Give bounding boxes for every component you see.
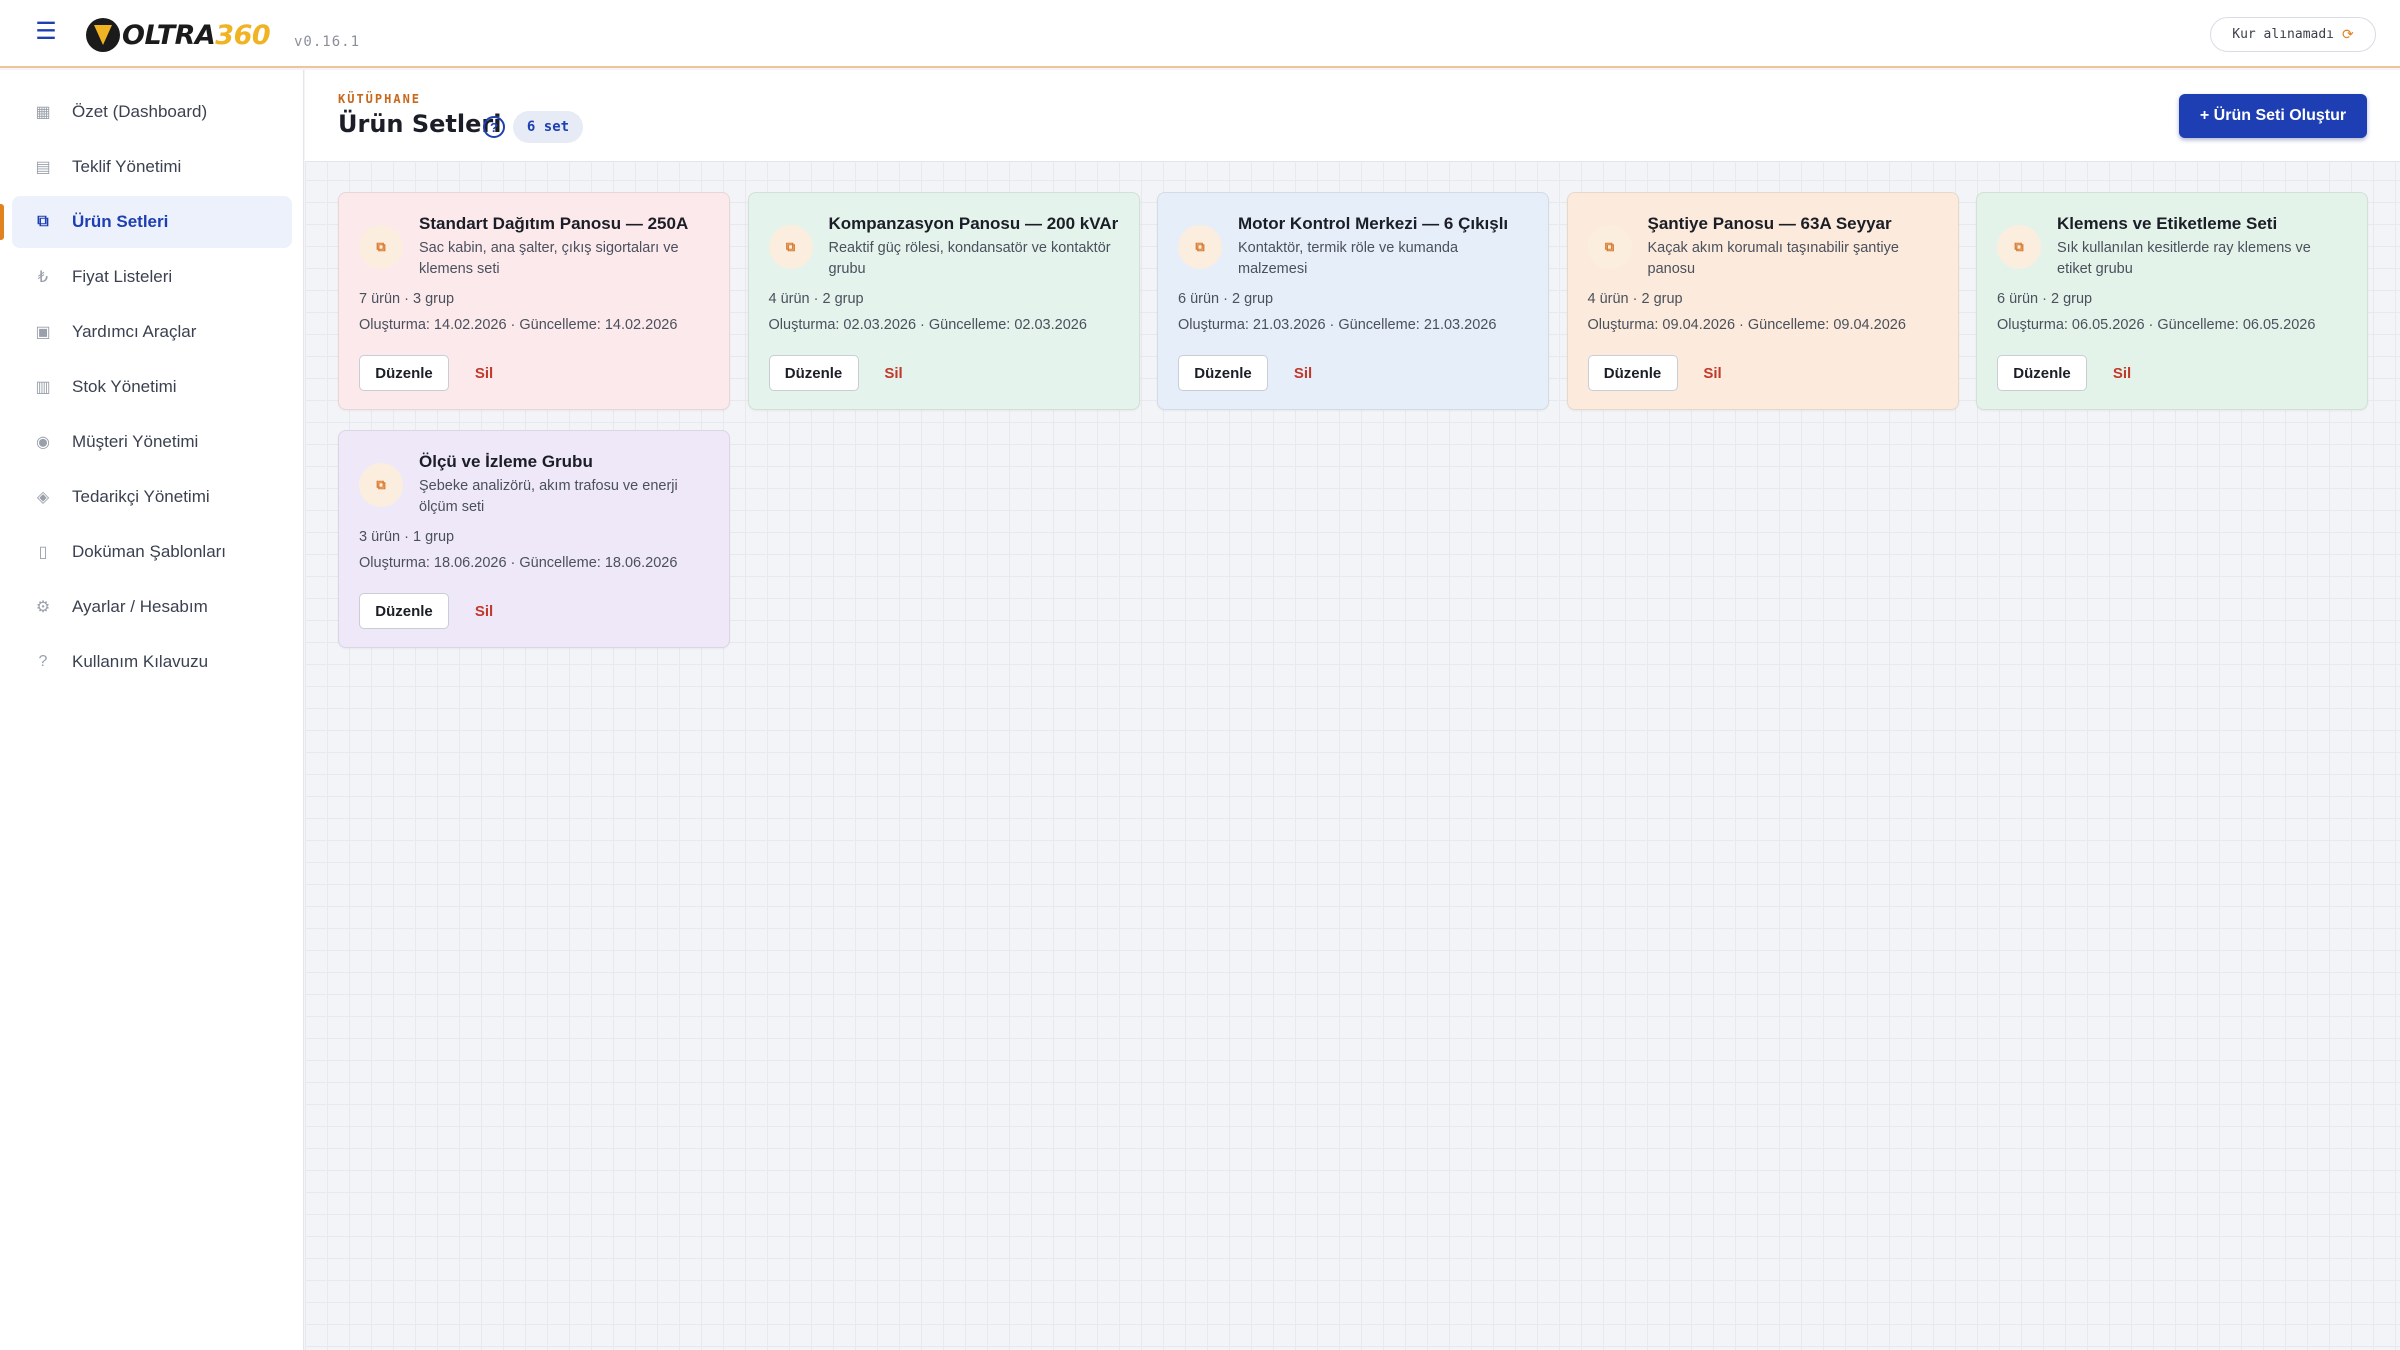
page-title: Ürün Setleri — [338, 110, 502, 138]
set-count-badge: 6 set — [513, 111, 583, 143]
logo: OLTRA360 — [86, 17, 271, 53]
sidebar-item-document-templates[interactable]: ▯ Doküman Şablonları — [12, 526, 292, 578]
product-set-dates: Oluşturma: 09.04.2026 · Güncelleme: 09.0… — [1587, 317, 1906, 333]
lira-icon: ₺ — [37, 269, 49, 286]
sidebar-item-label: Yardımcı Araçlar — [72, 322, 197, 341]
product-set-icon: ⧉ — [359, 463, 403, 507]
sidebar-item-label: Ayarlar / Hesabım — [72, 597, 208, 616]
delete-button[interactable]: Sil — [2107, 355, 2137, 391]
product-set-dates: Oluşturma: 06.05.2026 · Güncelleme: 06.0… — [1997, 317, 2316, 333]
diamond-icon: ◈ — [36, 489, 50, 506]
section-eyebrow: KÜTÜPHANE — [338, 92, 422, 106]
document-icon: ▤ — [35, 159, 51, 176]
product-set-description: Kontaktör, termik röle ve kumanda malzem… — [1238, 240, 1459, 277]
create-product-set-button[interactable]: + Ürün Seti Oluştur — [2179, 94, 2367, 138]
product-set-card: ⧉ Kompanzasyon Panosu — 200 kVAr Reaktif g… — [747, 192, 1140, 410]
gear-icon: ⚙ — [35, 599, 51, 616]
sidebar-item-label: Kullanım Kılavuzu — [72, 652, 209, 671]
edit-button[interactable]: Düzenle — [768, 355, 859, 391]
delete-button[interactable]: Sil — [469, 593, 499, 629]
hamburger-icon[interactable]: ☰ — [34, 20, 58, 44]
product-set-counts: 7 ürün · 3 grup — [359, 291, 455, 307]
sidebar-item-quotes[interactable]: ▤ Teklif Yönetimi — [12, 141, 292, 193]
sidebar-item-suppliers[interactable]: ◈ Tedarikçi Yönetimi — [12, 471, 292, 523]
file-icon: ▯ — [38, 544, 48, 561]
sidebar-item-price-lists[interactable]: ₺ Fiyat Listeleri — [12, 251, 292, 303]
exchange-rate-label: Kur alınamadı — [2232, 27, 2334, 42]
sidebar-item-product-sets[interactable]: ⧉ Ürün Setleri — [0, 196, 292, 248]
briefcase-icon: ▣ — [35, 324, 51, 341]
sidebar-item-tools[interactable]: ▣ Yardımcı Araçlar — [12, 306, 292, 358]
product-set-title: Kompanzasyon Panosu — 200 kVAr — [828, 214, 1119, 233]
sidebar-item-label: Stok Yönetimi — [72, 377, 177, 396]
product-set-card: ⧉ Şantiye Panosu — 63A Seyyar Kaçak akım k… — [1566, 192, 1959, 410]
dashboard-icon: ▦ — [35, 104, 51, 121]
sidebar-item-label: Fiyat Listeleri — [72, 267, 173, 286]
product-set-counts: 4 ürün · 2 grup — [768, 291, 864, 307]
product-set-icon: ⧉ — [1587, 225, 1632, 269]
edit-button[interactable]: Düzenle — [1587, 355, 1678, 391]
sidebar-item-user-guide[interactable]: ? Kullanım Kılavuzu — [12, 636, 292, 688]
product-set-title: Standart Dağıtım Panosu — 250A — [419, 214, 689, 233]
product-set-dates: Oluşturma: 02.03.2026 · Güncelleme: 02.0… — [768, 317, 1087, 333]
edit-button[interactable]: Düzenle — [359, 593, 449, 629]
sidebar-item-settings[interactable]: ⚙ Ayarlar / Hesabım — [12, 581, 292, 633]
sidebar-item-label: Müşteri Yönetimi — [72, 432, 199, 451]
product-set-title: Ölçü ve İzleme Grubu — [419, 452, 593, 471]
product-set-counts: 6 ürün · 2 grup — [1997, 291, 2093, 307]
product-set-description: Sac kabin, ana şalter, çıkış sigortaları… — [419, 240, 679, 277]
box-icon: ▥ — [35, 379, 51, 396]
sidebar-item-customers[interactable]: ◉ Müşteri Yönetimi — [12, 416, 292, 468]
product-set-dates: Oluşturma: 21.03.2026 · Güncelleme: 21.0… — [1178, 317, 1497, 333]
sidebar-item-label: Doküman Şablonları — [72, 542, 227, 561]
sidebar-item-label: Ürün Setleri — [72, 212, 169, 231]
product-set-icon: ⧉ — [359, 225, 403, 269]
logo-badge-icon — [86, 18, 120, 52]
product-set-title: Klemens ve Etiketleme Seti — [2057, 214, 2278, 233]
delete-button[interactable]: Sil — [879, 355, 909, 391]
edit-button[interactable]: Düzenle — [1997, 355, 2087, 391]
product-set-counts: 6 ürün · 2 grup — [1178, 291, 1274, 307]
product-set-dates: Oluşturma: 18.06.2026 · Güncelleme: 18.0… — [359, 555, 678, 571]
page-header: KÜTÜPHANE Ürün Setleri ? 6 set + Ürün Se… — [305, 70, 2400, 162]
product-set-card: ⧉ Standart Dağıtım Panosu — 250A Sac kabin… — [338, 192, 730, 410]
product-set-card: ⧉ Klemens ve Etiketleme Seti Sık kullanıla… — [1976, 192, 2368, 410]
sidebar-item-stock[interactable]: ▥ Stok Yönetimi — [12, 361, 292, 413]
help-icon[interactable]: ? — [483, 116, 505, 138]
product-set-card: ⧉ Motor Kontrol Merkezi — 6 Çıkışlı Kontak… — [1157, 192, 1549, 410]
product-set-title: Motor Kontrol Merkezi — 6 Çıkışlı — [1238, 214, 1509, 233]
product-set-icon: ⧉ — [768, 225, 813, 269]
product-set-description: Sık kullanılan kesitlerde ray klemens ve… — [2057, 240, 2311, 277]
main-content: KÜTÜPHANE Ürün Setleri ? 6 set + Ürün Se… — [305, 70, 2400, 1350]
sidebar-item-label: Teklif Yönetimi — [72, 157, 182, 176]
delete-button[interactable]: Sil — [1288, 355, 1318, 391]
product-set-counts: 3 ürün · 1 grup — [359, 529, 455, 545]
delete-button[interactable]: Sil — [1698, 355, 1728, 391]
product-set-counts: 4 ürün · 2 grup — [1587, 291, 1683, 307]
sidebar: ▦ Özet (Dashboard) ▤ Teklif Yönetimi ⧉ Ürün S… — [0, 70, 304, 1350]
refresh-icon[interactable]: ⟳ — [2342, 27, 2354, 43]
product-set-card: ⧉ Ölçü ve İzleme Grubu Şebeke analizörü, a… — [338, 430, 730, 648]
logo-text: OLTRA360 — [122, 19, 271, 51]
exchange-rate-status[interactable]: Kur alınamadı ⟳ — [2210, 17, 2376, 52]
delete-button[interactable]: Sil — [469, 355, 499, 391]
question-icon: ? — [38, 653, 48, 670]
product-set-description: Reaktif güç rölesi, kondansatör ve konta… — [828, 240, 1111, 277]
edit-button[interactable]: Düzenle — [359, 355, 449, 391]
sidebar-item-label: Tedarikçi Yönetimi — [72, 487, 210, 506]
product-set-icon: ⧉ — [1178, 225, 1222, 269]
stack-icon: ⧉ — [37, 213, 49, 230]
app-version: v0.16.1 — [294, 34, 361, 50]
product-set-title: Şantiye Panosu — 63A Seyyar — [1647, 214, 1892, 233]
sidebar-item-label: Özet (Dashboard) — [72, 102, 208, 121]
edit-button[interactable]: Düzenle — [1178, 355, 1268, 391]
product-set-icon: ⧉ — [1997, 225, 2041, 269]
product-set-description: Kaçak akım korumalı taşınabilir şantiye … — [1647, 240, 1899, 277]
sidebar-item-dashboard[interactable]: ▦ Özet (Dashboard) — [12, 86, 292, 138]
top-bar: ☰ OLTRA360 v0.16.1 Kur alınamadı ⟳ — [0, 0, 2400, 68]
product-set-description: Şebeke analizörü, akım trafosu ve enerji… — [419, 478, 678, 515]
product-set-dates: Oluşturma: 14.02.2026 · Güncelleme: 14.0… — [359, 317, 678, 333]
user-icon: ◉ — [36, 434, 50, 451]
